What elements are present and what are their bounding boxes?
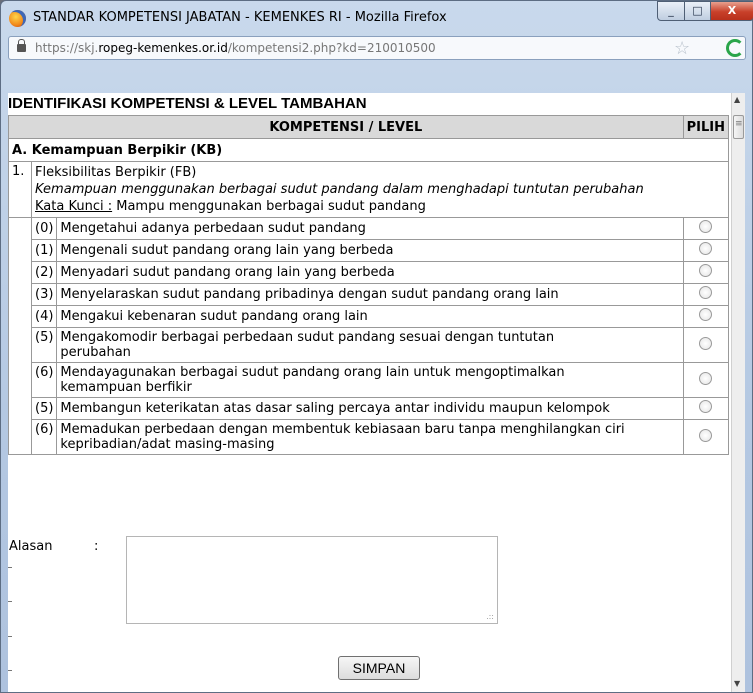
section-title: A. Kemampuan Berpikir (KB) [8,138,729,162]
level-radio-cell [682,261,730,284]
close-button[interactable]: X [710,1,753,21]
level-row: (5) Mengakomodir berbagai perbedaan sudu… [8,327,730,363]
table-header-row: KOMPETENSI / LEVEL PILIH [8,115,730,139]
firefox-logo-icon [9,10,26,27]
simpan-button[interactable]: SIMPAN [338,656,420,680]
url-bar[interactable]: https://skj.ropeg-kemenkes.or.id/kompete… [8,36,746,60]
divider [8,636,12,637]
level-number: (6) [30,362,58,398]
level-number: (5) [30,327,58,363]
level-number: (0) [30,217,58,240]
level-radio-cell [682,397,730,420]
level-number: (3) [30,283,58,306]
title-bar[interactable]: STANDAR KOMPETENSI JABATAN - KEMENKES RI… [1,1,753,35]
level-radio[interactable] [699,220,713,233]
navigation-bar: https://skj.ropeg-kemenkes.or.id/kompete… [8,36,746,62]
url-path: /kompetensi2.php?kd=210010500 [227,41,436,55]
page-content: IDENTIFIKASI KOMPETENSI & LEVEL TAMBAHAN… [8,93,745,692]
level-row: (0) Mengetahui adanya perbedaan sudut pa… [8,217,730,240]
level-text: Mengakui kebenaran sudut pandang orang l… [56,305,684,328]
section-row: A. Kemampuan Berpikir (KB) [8,138,729,162]
url-domain: ropeg-kemenkes.or.id [98,41,228,55]
keyword-text: Mampu menggunakan berbagai sudut pandang [112,199,426,214]
level-radio-cell [682,217,730,240]
scroll-thumb[interactable] [733,115,744,139]
level-radio[interactable] [699,264,713,277]
level-row: (4) Mengakui kebenaran sudut pandang ora… [8,305,730,328]
divider [8,670,12,671]
level-text: Menyelaraskan sudut pandang pribadinya d… [56,283,684,306]
level-row: (6) Mendayagunakan berbagai sudut pandan… [8,362,730,398]
level-text: Mendayagunakan berbagai sudut pandang or… [56,362,684,398]
level-number: (5) [30,397,58,420]
reload-icon[interactable] [726,39,744,57]
level-radio[interactable] [699,308,713,321]
level-radio-cell [682,362,730,398]
level-text: Mengetahui adanya perbedaan sudut pandan… [56,217,684,240]
level-radio[interactable] [699,400,713,413]
level-text: Mengakomodir berbagai perbedaan sudut pa… [56,327,684,363]
url-scheme: https://skj. [35,41,99,55]
item-number: 1. [8,161,32,218]
scroll-down-icon[interactable]: ▼ [734,679,740,688]
keyword-label: Kata Kunci : [35,199,113,214]
alasan-textarea[interactable]: .:: [126,536,498,624]
url-text[interactable]: https://skj.ropeg-kemenkes.or.id/kompete… [35,41,436,55]
item-detail: Fleksibilitas Berpikir (FB) Kemampuan me… [31,161,729,218]
level-text: Memadukan perbedaan dengan membentuk keb… [56,419,684,455]
level-row: (1) Mengenali sudut pandang orang lain y… [8,239,730,262]
level-row: (6) Memadukan perbedaan dengan membentuk… [8,419,730,455]
competency-table: KOMPETENSI / LEVEL PILIH A. Kemampuan Be… [8,115,730,455]
level-radio-cell [682,239,730,262]
alasan-label: Alasan [9,539,53,554]
level-row: (2) Menyadari sudut pandang orang lain y… [8,261,730,284]
window-title: STANDAR KOMPETENSI JABATAN - KEMENKES RI… [33,10,447,25]
minimize-button[interactable]: _ [657,1,685,21]
page-heading: IDENTIFIKASI KOMPETENSI & LEVEL TAMBAHAN [8,95,367,112]
divider [8,601,12,602]
level-radio[interactable] [699,242,713,255]
header-competency: KOMPETENSI / LEVEL [8,115,684,139]
item-keyword: Kata Kunci : Mampu menggunakan berbagai … [35,198,725,215]
level-radio-cell [682,419,730,455]
level-radio[interactable] [699,371,713,385]
bookmark-star-icon[interactable]: ☆ [674,38,690,59]
maximize-button[interactable]: □ [684,1,711,21]
item-description: Kemampuan menggunakan berbagai sudut pan… [35,182,644,197]
level-radio[interactable] [699,336,713,350]
level-radio-cell [682,283,730,306]
reason-form: Alasan : .:: SIMPAN [8,523,729,692]
competency-item-row: 1. Fleksibilitas Berpikir (FB) Kemampuan… [8,161,729,218]
level-row: (3) Menyelaraskan sudut pandang pribadin… [8,283,730,306]
level-row: (5) Membangun keterikatan atas dasar sal… [8,397,730,420]
level-number: (1) [30,239,58,262]
browser-window: STANDAR KOMPETENSI JABATAN - KEMENKES RI… [0,0,753,693]
level-number: (4) [30,305,58,328]
resize-grip-icon[interactable]: .:: [486,612,494,621]
level-radio[interactable] [699,286,713,299]
level-number: (6) [30,419,58,455]
header-pilih: PILIH [682,115,730,139]
lock-icon[interactable] [17,39,26,52]
scroll-up-icon[interactable]: ▲ [734,95,740,104]
vertical-scrollbar[interactable]: ▲ ▼ [731,93,745,692]
level-radio[interactable] [699,428,713,442]
level-text: Membangun keterikatan atas dasar saling … [56,397,684,420]
alasan-colon: : [94,539,99,554]
level-radio-cell [682,305,730,328]
level-text: Mengenali sudut pandang orang lain yang … [56,239,684,262]
divider [8,567,12,568]
item-name: Fleksibilitas Berpikir (FB) [35,165,197,180]
level-text: Menyadari sudut pandang orang lain yang … [56,261,684,284]
level-radio-cell [682,327,730,363]
level-number: (2) [30,261,58,284]
